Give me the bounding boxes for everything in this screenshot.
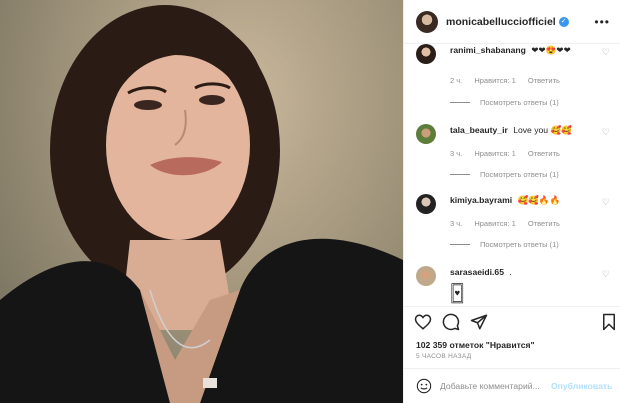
comment-body: 🥰🥰🔥🔥 xyxy=(517,195,561,205)
comment-time: 2 ч. xyxy=(450,76,463,85)
comment-like-heart-icon[interactable]: ♡ xyxy=(602,269,610,280)
commenter-username[interactable]: sarasaeidi.65 xyxy=(450,267,504,277)
comment-bubble-icon[interactable] xyxy=(442,313,460,331)
comment-likes[interactable]: Нравится: 1 xyxy=(474,219,515,228)
author-avatar[interactable] xyxy=(416,10,438,33)
instagram-post-view: monicabellucciofficiel ✓ ••• ranimi_shab… xyxy=(0,0,620,403)
comment-meta: 3 ч. Нравится: 1 Ответить xyxy=(450,149,570,158)
comment-likes[interactable]: Нравится: 1 xyxy=(474,76,515,85)
add-comment-input[interactable] xyxy=(440,381,551,391)
more-options-icon[interactable]: ••• xyxy=(594,15,610,29)
comment-likes[interactable]: Нравится: 1 xyxy=(474,149,515,158)
comment-sticker: ╔═╗ ║♥║ ╚═╝ xyxy=(450,280,465,306)
comment-time: 3 ч. xyxy=(450,149,463,158)
comment-like-heart-icon[interactable]: ♡ xyxy=(602,127,610,138)
comment-text: tala_beauty_ir Love you 🥰🥰 xyxy=(450,124,592,136)
commenter-username[interactable]: tala_beauty_ir xyxy=(450,125,508,135)
verified-badge-icon: ✓ xyxy=(558,16,569,27)
reply-button[interactable]: Ответить xyxy=(528,149,560,158)
comments-list[interactable]: ranimi_shabanang ❤❤😍❤❤ ♡ 2 ч. Нравится: … xyxy=(404,44,620,306)
view-replies-label: Посмотреть ответы (1) xyxy=(480,98,559,107)
replies-divider xyxy=(450,244,470,245)
comment-text: sarasaeidi.65 . xyxy=(450,266,592,278)
commenter-avatar[interactable] xyxy=(416,194,436,214)
post-header: monicabellucciofficiel ✓ ••• xyxy=(404,0,620,44)
publish-button[interactable]: Опубликовать xyxy=(551,381,612,391)
comment-body: Love you 🥰🥰 xyxy=(513,125,572,135)
author-username[interactable]: monicabellucciofficiel xyxy=(446,16,556,28)
paper-plane-icon[interactable] xyxy=(470,313,488,331)
replies-divider xyxy=(450,102,470,103)
comment-like-heart-icon[interactable]: ♡ xyxy=(602,47,610,58)
comment-time: 3 ч. xyxy=(450,219,463,228)
comment-like-heart-icon[interactable]: ♡ xyxy=(602,197,610,208)
comment-text: kimiya.bayrami 🥰🥰🔥🔥 xyxy=(450,194,592,206)
add-comment-bar: Опубликовать xyxy=(404,368,620,403)
comment-body: . xyxy=(509,267,512,277)
comment-text: ranimi_shabanang ❤❤😍❤❤ xyxy=(450,44,592,56)
reply-button[interactable]: Ответить xyxy=(528,219,560,228)
replies-divider xyxy=(450,174,470,175)
post-actions-bar xyxy=(404,306,620,337)
commenter-avatar[interactable] xyxy=(416,44,436,64)
view-replies-label: Посмотреть ответы (1) xyxy=(480,240,559,249)
likes-count[interactable]: 102 359 отметок "Нравится" xyxy=(416,340,535,350)
post-photo[interactable] xyxy=(0,0,403,403)
commenter-avatar[interactable] xyxy=(416,124,436,144)
smiley-icon[interactable] xyxy=(416,378,432,394)
post-timestamp[interactable]: 5 часов назад xyxy=(416,353,471,360)
view-replies-button[interactable]: Посмотреть ответы (1) xyxy=(450,170,559,179)
reply-button[interactable]: Ответить xyxy=(528,76,560,85)
commenter-avatar[interactable] xyxy=(416,266,436,286)
post-side-panel: monicabellucciofficiel ✓ ••• ranimi_shab… xyxy=(403,0,620,403)
view-replies-button[interactable]: Посмотреть ответы (1) xyxy=(450,98,559,107)
comment-meta: 3 ч. Нравится: 1 Ответить xyxy=(450,219,570,228)
view-replies-label: Посмотреть ответы (1) xyxy=(480,170,559,179)
comment-meta: 2 ч. Нравится: 1 Ответить xyxy=(450,76,570,85)
bookmark-icon[interactable] xyxy=(600,313,618,331)
heart-outline-icon[interactable] xyxy=(414,313,432,331)
comment-body: ❤❤😍❤❤ xyxy=(531,45,571,55)
portrait-illustration xyxy=(0,5,403,403)
view-replies-button[interactable]: Посмотреть ответы (1) xyxy=(450,240,559,249)
commenter-username[interactable]: kimiya.bayrami xyxy=(450,195,512,205)
commenter-username[interactable]: ranimi_shabanang xyxy=(450,45,526,55)
